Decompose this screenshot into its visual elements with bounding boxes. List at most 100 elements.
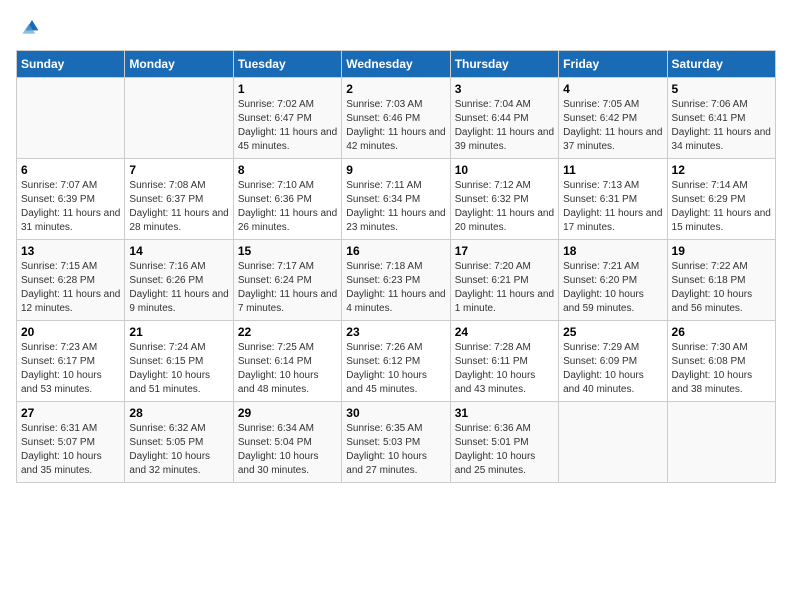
day-info: Sunrise: 6:31 AMSunset: 5:07 PMDaylight:… (21, 422, 120, 478)
calendar-cell: 20 Sunrise: 7:23 AMSunset: 6:17 PMDayligh… (17, 321, 125, 402)
calendar-cell: 26 Sunrise: 7:30 AMSunset: 6:08 PMDayligh… (667, 321, 775, 402)
calendar-cell: 22 Sunrise: 7:25 AMSunset: 6:14 PMDayligh… (233, 321, 341, 402)
day-info: Sunrise: 7:17 AMSunset: 6:24 PMDaylight:… (238, 260, 337, 316)
calendar-cell (17, 78, 125, 159)
day-info: Sunrise: 7:07 AMSunset: 6:39 PMDaylight:… (21, 179, 120, 235)
weekday-header-monday: Monday (125, 51, 233, 78)
calendar-cell: 30Sunrise: 6:35 AMSunset: 5:03 PMDayligh… (342, 402, 450, 483)
day-info: Sunrise: 7:05 AMSunset: 6:42 PMDaylight:… (563, 98, 662, 154)
day-info: Sunrise: 7:28 AMSunset: 6:11 PMDaylight:… (455, 341, 554, 397)
day-number: 14 (129, 244, 228, 258)
day-number: 11 (563, 163, 662, 177)
day-number: 19 (672, 244, 771, 258)
calendar-cell (125, 78, 233, 159)
calendar-cell: 15 Sunrise: 7:17 AMSunset: 6:24 PMDayligh… (233, 240, 341, 321)
day-info: Sunrise: 7:29 AMSunset: 6:09 PMDaylight:… (563, 341, 662, 397)
calendar-cell: 6 Sunrise: 7:07 AMSunset: 6:39 PMDaylight… (17, 159, 125, 240)
calendar-cell: 7 Sunrise: 7:08 AMSunset: 6:37 PMDaylight… (125, 159, 233, 240)
weekday-header-thursday: Thursday (450, 51, 558, 78)
calendar-cell: 2 Sunrise: 7:03 AMSunset: 6:46 PMDaylight… (342, 78, 450, 159)
weekday-header-wednesday: Wednesday (342, 51, 450, 78)
day-info: Sunrise: 6:32 AMSunset: 5:05 PMDaylight:… (129, 422, 228, 478)
calendar-cell: 9 Sunrise: 7:11 AMSunset: 6:34 PMDaylight… (342, 159, 450, 240)
day-info: Sunrise: 7:12 AMSunset: 6:32 PMDaylight:… (455, 179, 554, 235)
day-number: 28 (129, 406, 228, 420)
day-info: Sunrise: 7:06 AMSunset: 6:41 PMDaylight:… (672, 98, 771, 154)
day-info: Sunrise: 7:25 AMSunset: 6:14 PMDaylight:… (238, 341, 337, 397)
day-info: Sunrise: 7:03 AMSunset: 6:46 PMDaylight:… (346, 98, 445, 154)
day-number: 31 (455, 406, 554, 420)
calendar-cell: 24 Sunrise: 7:28 AMSunset: 6:11 PMDayligh… (450, 321, 558, 402)
day-number: 15 (238, 244, 337, 258)
day-info: Sunrise: 7:18 AMSunset: 6:23 PMDaylight:… (346, 260, 445, 316)
calendar-cell: 10 Sunrise: 7:12 AMSunset: 6:32 PMDayligh… (450, 159, 558, 240)
header (16, 16, 776, 40)
day-info: Sunrise: 7:16 AMSunset: 6:26 PMDaylight:… (129, 260, 228, 316)
calendar-cell: 16 Sunrise: 7:18 AMSunset: 6:23 PMDayligh… (342, 240, 450, 321)
day-info: Sunrise: 7:20 AMSunset: 6:21 PMDaylight:… (455, 260, 554, 316)
logo (16, 16, 44, 40)
day-number: 30 (346, 406, 445, 420)
day-info: Sunrise: 7:22 AMSunset: 6:18 PMDaylight:… (672, 260, 771, 316)
day-info: Sunrise: 7:14 AMSunset: 6:29 PMDaylight:… (672, 179, 771, 235)
calendar-cell: 3 Sunrise: 7:04 AMSunset: 6:44 PMDaylight… (450, 78, 558, 159)
day-info: Sunrise: 6:34 AMSunset: 5:04 PMDaylight:… (238, 422, 337, 478)
day-info: Sunrise: 7:30 AMSunset: 6:08 PMDaylight:… (672, 341, 771, 397)
calendar-cell: 18Sunrise: 7:21 AMSunset: 6:20 PMDayligh… (559, 240, 667, 321)
day-info: Sunrise: 7:13 AMSunset: 6:31 PMDaylight:… (563, 179, 662, 235)
day-number: 21 (129, 325, 228, 339)
day-number: 18 (563, 244, 662, 258)
calendar-cell (667, 402, 775, 483)
calendar-cell: 1 Sunrise: 7:02 AMSunset: 6:47 PMDaylight… (233, 78, 341, 159)
day-info: Sunrise: 6:36 AMSunset: 5:01 PMDaylight:… (455, 422, 554, 478)
day-info: Sunrise: 7:11 AMSunset: 6:34 PMDaylight:… (346, 179, 445, 235)
day-info: Sunrise: 7:04 AMSunset: 6:44 PMDaylight:… (455, 98, 554, 154)
calendar-cell: 29 Sunrise: 6:34 AMSunset: 5:04 PMDayligh… (233, 402, 341, 483)
day-info: Sunrise: 7:08 AMSunset: 6:37 PMDaylight:… (129, 179, 228, 235)
day-number: 16 (346, 244, 445, 258)
day-number: 26 (672, 325, 771, 339)
calendar-cell: 11 Sunrise: 7:13 AMSunset: 6:31 PMDayligh… (559, 159, 667, 240)
calendar-table: SundayMondayTuesdayWednesdayThursdayFrid… (16, 50, 776, 483)
weekday-header-sunday: Sunday (17, 51, 125, 78)
day-number: 27 (21, 406, 120, 420)
day-number: 7 (129, 163, 228, 177)
day-number: 1 (238, 82, 337, 96)
day-number: 17 (455, 244, 554, 258)
day-number: 10 (455, 163, 554, 177)
calendar-cell: 21 Sunrise: 7:24 AMSunset: 6:15 PMDayligh… (125, 321, 233, 402)
day-number: 8 (238, 163, 337, 177)
calendar-cell: 4 Sunrise: 7:05 AMSunset: 6:42 PMDaylight… (559, 78, 667, 159)
calendar-cell: 19 Sunrise: 7:22 AMSunset: 6:18 PMDayligh… (667, 240, 775, 321)
day-number: 25 (563, 325, 662, 339)
day-number: 20 (21, 325, 120, 339)
calendar-cell: 25 Sunrise: 7:29 AMSunset: 6:09 PMDayligh… (559, 321, 667, 402)
day-number: 5 (672, 82, 771, 96)
day-info: Sunrise: 7:23 AMSunset: 6:17 PMDaylight:… (21, 341, 120, 397)
day-number: 22 (238, 325, 337, 339)
day-number: 2 (346, 82, 445, 96)
day-number: 4 (563, 82, 662, 96)
logo-icon (16, 16, 40, 40)
calendar-cell: 17 Sunrise: 7:20 AMSunset: 6:21 PMDayligh… (450, 240, 558, 321)
calendar-cell: 27 Sunrise: 6:31 AMSunset: 5:07 PMDayligh… (17, 402, 125, 483)
day-number: 13 (21, 244, 120, 258)
day-number: 23 (346, 325, 445, 339)
day-number: 24 (455, 325, 554, 339)
calendar-cell: 5 Sunrise: 7:06 AMSunset: 6:41 PMDaylight… (667, 78, 775, 159)
day-info: Sunrise: 7:02 AMSunset: 6:47 PMDaylight:… (238, 98, 337, 154)
calendar-cell: 31 Sunrise: 6:36 AMSunset: 5:01 PMDayligh… (450, 402, 558, 483)
day-info: Sunrise: 7:24 AMSunset: 6:15 PMDaylight:… (129, 341, 228, 397)
calendar-cell: 13 Sunrise: 7:15 AMSunset: 6:28 PMDayligh… (17, 240, 125, 321)
day-number: 12 (672, 163, 771, 177)
calendar-cell: 12 Sunrise: 7:14 AMSunset: 6:29 PMDayligh… (667, 159, 775, 240)
weekday-header-friday: Friday (559, 51, 667, 78)
day-number: 29 (238, 406, 337, 420)
day-info: Sunrise: 7:15 AMSunset: 6:28 PMDaylight:… (21, 260, 120, 316)
calendar-cell: 8Sunrise: 7:10 AMSunset: 6:36 PMDaylight… (233, 159, 341, 240)
day-number: 9 (346, 163, 445, 177)
day-number: 6 (21, 163, 120, 177)
day-info: Sunrise: 7:26 AMSunset: 6:12 PMDaylight:… (346, 341, 445, 397)
calendar-cell: 14 Sunrise: 7:16 AMSunset: 6:26 PMDayligh… (125, 240, 233, 321)
day-number: 3 (455, 82, 554, 96)
